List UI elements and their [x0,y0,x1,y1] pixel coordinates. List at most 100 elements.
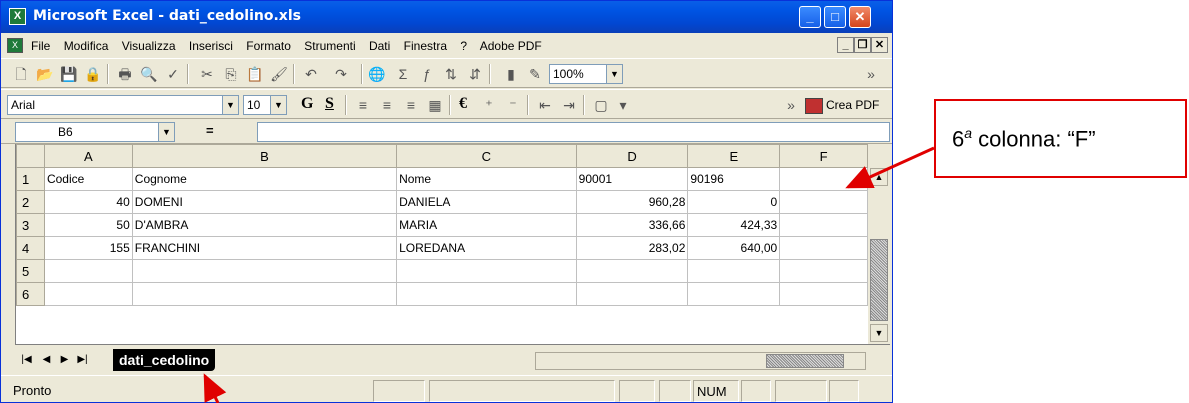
chevron-down-icon[interactable]: ▼ [270,96,286,114]
paste-icon[interactable]: 📋 [245,64,265,84]
borders-icon[interactable]: ▢ [591,95,611,115]
vertical-scrollbar[interactable]: ▲ ▼ [868,144,890,344]
select-all-corner[interactable] [16,144,45,168]
cell-c3[interactable]: MARIA [396,213,577,237]
sort-ascending-icon[interactable]: ⇅ [441,64,461,84]
toolbar-options-icon[interactable]: » [861,64,881,84]
cell-b6[interactable] [131,282,398,306]
cell-a5[interactable] [43,259,133,283]
chart-wizard-icon[interactable]: ▮ [501,64,521,84]
formula-equals-icon[interactable]: = [206,123,214,138]
decrease-decimal-icon[interactable]: ⁻ [503,95,523,115]
open-icon[interactable]: 📂 [35,64,55,84]
first-sheet-icon[interactable]: |◀ [19,352,34,368]
cut-icon[interactable]: ✂ [197,64,217,84]
menu-strumenti[interactable]: Strumenti [304,39,355,53]
cell-b1[interactable]: Cognome [131,167,398,191]
cell-e1[interactable]: 90196 [687,167,781,191]
spelling-icon[interactable]: ✓ [163,64,183,84]
doc-close-button[interactable]: ✕ [871,37,888,53]
spreadsheet-grid[interactable]: A B C D E F 1 Codice Cognome Nome 90001 … [15,144,868,344]
menu-help[interactable]: ? [460,39,467,53]
doc-minimize-button[interactable]: _ [837,37,854,53]
cell-a3[interactable]: 50 [43,213,133,237]
scroll-down-icon[interactable]: ▼ [870,324,888,342]
zoom-select[interactable]: 100% ▼ [549,64,623,84]
cell-a4[interactable]: 155 [43,236,133,260]
format-painter-icon[interactable]: 🖌 [269,64,289,84]
font-size-select[interactable]: 10 ▼ [243,95,287,115]
horizontal-scrollbar[interactable] [535,352,866,370]
print-icon[interactable]: 🖶 [115,64,135,84]
cell-b3[interactable]: D'AMBRA [131,213,398,237]
row-header[interactable]: 3 [16,213,45,237]
menu-modifica[interactable]: Modifica [64,39,109,53]
align-left-icon[interactable]: ≡ [353,95,373,115]
menu-adobe-pdf[interactable]: Adobe PDF [480,39,542,53]
maximize-button[interactable]: □ [824,6,846,28]
new-icon[interactable]: 🗋 [11,64,31,84]
cell-e4[interactable]: 640,00 [687,236,781,260]
cell-c5[interactable] [396,259,577,283]
toolbar-options-icon[interactable]: » [781,95,801,115]
cell-f4[interactable] [779,236,868,260]
workbook-icon[interactable]: X [7,38,23,53]
cell-b5[interactable] [131,259,398,283]
row-header[interactable]: 2 [16,190,45,214]
row-header[interactable]: 6 [16,282,45,306]
close-button[interactable]: ✕ [849,6,871,28]
minimize-button[interactable]: _ [799,6,821,28]
menu-visualizza[interactable]: Visualizza [122,39,176,53]
column-header-f[interactable]: F [779,144,868,168]
menu-finestra[interactable]: Finestra [404,39,447,53]
cell-b2[interactable]: DOMENI [131,190,398,214]
save-icon[interactable]: 💾 [59,64,79,84]
sheet-tab-dati-cedolino[interactable]: dati_cedolino [113,349,216,371]
cell-f3[interactable] [779,213,868,237]
cell-e6[interactable] [687,282,781,306]
row-header[interactable]: 5 [16,259,45,283]
cell-d6[interactable] [575,282,689,306]
decrease-indent-icon[interactable]: ⇤ [535,95,555,115]
chevron-down-icon[interactable]: ▼ [222,96,238,114]
cell-a2[interactable]: 40 [43,190,133,214]
copy-icon[interactable]: ⎘ [221,64,241,84]
cell-d3[interactable]: 336,66 [575,213,689,237]
column-header-a[interactable]: A [43,144,133,168]
undo-icon[interactable]: ↶ [301,64,321,84]
cell-f6[interactable] [779,282,868,306]
cell-f5[interactable] [779,259,868,283]
permission-icon[interactable]: 🔒 [83,64,103,84]
underline-button[interactable]: S [325,95,334,113]
cell-a6[interactable] [43,282,133,306]
formula-input[interactable] [257,122,890,142]
sort-descending-icon[interactable]: ⇵ [465,64,485,84]
chevron-down-icon[interactable]: ▼ [158,123,174,141]
cell-e5[interactable] [687,259,781,283]
row-header[interactable]: 1 [16,167,45,191]
row-header[interactable]: 4 [16,236,45,260]
cell-d2[interactable]: 960,28 [575,190,689,214]
redo-icon[interactable]: ↷ [331,64,351,84]
menu-file[interactable]: File [31,39,50,53]
column-header-e[interactable]: E [687,144,781,168]
name-box[interactable]: B6 ▼ [15,122,175,142]
column-header-d[interactable]: D [575,144,689,168]
cell-d4[interactable]: 283,02 [575,236,689,260]
cell-b4[interactable]: FRANCHINI [131,236,398,260]
cell-d1[interactable]: 90001 [575,167,689,191]
hyperlink-icon[interactable]: 🌐 [367,64,387,84]
cell-c6[interactable] [396,282,577,306]
increase-indent-icon[interactable]: ⇥ [559,95,579,115]
currency-button[interactable]: € [459,95,467,113]
last-sheet-icon[interactable]: ▶| [75,352,90,368]
autosum-icon[interactable]: Σ [393,64,413,84]
scroll-thumb[interactable] [766,354,844,368]
menu-dati[interactable]: Dati [369,39,390,53]
increase-decimal-icon[interactable]: ⁺ [479,95,499,115]
drawing-icon[interactable]: ✎ [525,64,545,84]
column-header-c[interactable]: C [396,144,577,168]
excel-icon[interactable]: X [9,8,26,25]
cell-c4[interactable]: LOREDANA [396,236,577,260]
cell-f2[interactable] [779,190,868,214]
